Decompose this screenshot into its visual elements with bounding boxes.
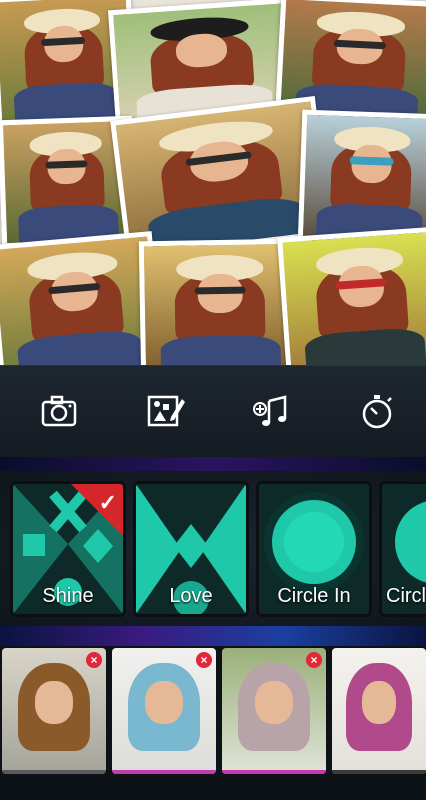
effect-label: Shine: [42, 585, 94, 607]
collage-photo: [138, 238, 302, 365]
selected-photo-thumbnail[interactable]: ×: [2, 648, 106, 774]
checkmark-icon: ✓: [98, 490, 117, 515]
effect-label: Circle In: [277, 585, 351, 607]
effect-label: Circle: [386, 585, 426, 607]
duration-button[interactable]: [354, 388, 400, 434]
theme-edit-icon: [147, 395, 185, 427]
selected-photos-strip: × × ×: [0, 646, 426, 800]
remove-photo-button[interactable]: ×: [86, 652, 102, 668]
add-music-icon: [253, 395, 287, 426]
remove-photo-button[interactable]: ×: [196, 652, 212, 668]
photo-collage-preview: [0, 0, 426, 365]
editor-toolbar: [0, 365, 426, 458]
effects-divider: [0, 626, 426, 646]
timer-icon: [362, 395, 392, 429]
add-music-button[interactable]: [248, 388, 294, 434]
effect-circle[interactable]: Circle: [379, 481, 426, 617]
remove-photo-button[interactable]: ×: [306, 652, 322, 668]
selected-photo-thumbnail[interactable]: ×: [112, 648, 216, 774]
effect-label: Love: [169, 585, 213, 607]
collage-photo: [277, 226, 426, 365]
effect-shine[interactable]: ✓ Shine: [10, 481, 126, 617]
toolbar-divider: [0, 457, 426, 471]
camera-button[interactable]: [36, 388, 82, 434]
effect-love[interactable]: Love: [133, 481, 249, 617]
camera-icon: [41, 395, 77, 427]
effect-circle-in[interactable]: Circle In: [256, 481, 372, 617]
selected-photo-thumbnail[interactable]: [332, 648, 426, 774]
selected-photo-thumbnail[interactable]: ×: [222, 648, 326, 774]
theme-edit-button[interactable]: [142, 388, 188, 434]
transition-effects-list: ✓ Shine Love Circle In Circle: [0, 471, 426, 626]
